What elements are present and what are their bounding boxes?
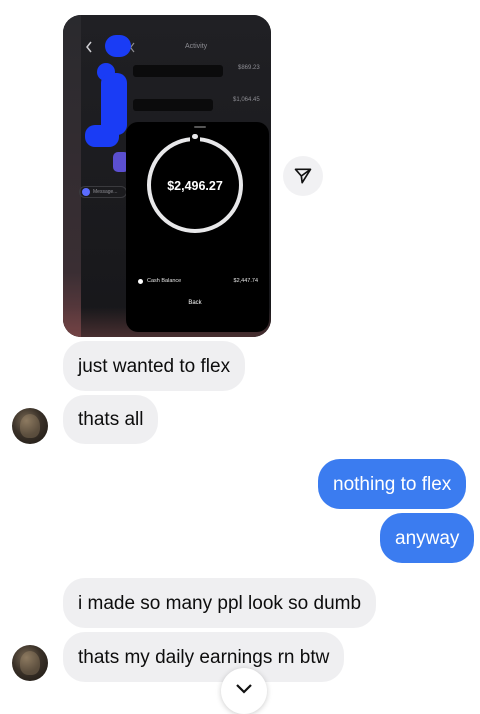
activity-title: Activity xyxy=(185,43,208,50)
legend-dot xyxy=(138,278,143,284)
sheet-handle xyxy=(194,126,206,128)
message-bubble-incoming[interactable]: just wanted to flex xyxy=(63,341,246,391)
cash-balance-label: Cash Balance xyxy=(147,278,182,284)
message-input: Message... xyxy=(79,186,127,198)
avatar[interactable] xyxy=(12,408,48,444)
chevron-down-icon xyxy=(236,684,252,694)
avatar[interactable] xyxy=(12,645,48,681)
redaction-scribble xyxy=(85,125,119,147)
redacted-row xyxy=(133,65,223,77)
back-chevron-icon xyxy=(86,41,92,53)
cash-balance-row: Cash Balance $2,447.74 xyxy=(138,276,258,286)
shared-screenshot-image[interactable]: Activity $869.23 $1,064.45 Message... $2… xyxy=(63,15,271,337)
message-bubble-incoming[interactable]: thats my daily earnings rn btw xyxy=(63,632,345,682)
amount-2: $1,064.45 xyxy=(233,97,260,103)
redaction-scribble xyxy=(105,35,131,57)
scroll-to-bottom-button[interactable] xyxy=(221,668,267,714)
message-bubble-incoming[interactable]: i made so many ppl look so dumb xyxy=(63,578,377,628)
message-placeholder: Message... xyxy=(93,189,118,195)
message-bubble-outgoing[interactable]: nothing to flex xyxy=(318,459,467,509)
back-button: Back xyxy=(188,300,202,306)
camera-icon xyxy=(82,188,90,196)
redacted-row xyxy=(133,99,213,111)
balance-amount: $2,496.27 xyxy=(167,179,223,193)
share-button[interactable] xyxy=(283,156,323,196)
message-bubble-outgoing[interactable]: anyway xyxy=(380,513,475,563)
message-bubble-incoming[interactable]: thats all xyxy=(63,395,159,444)
cash-balance-value: $2,447.74 xyxy=(233,278,258,284)
amount-1: $869.23 xyxy=(238,65,260,71)
balance-sheet: $2,496.27 Cash Balance $2,447.74 Back xyxy=(126,122,269,332)
paper-plane-icon xyxy=(294,168,312,184)
left-strip xyxy=(63,15,81,337)
ring-marker xyxy=(192,134,198,139)
